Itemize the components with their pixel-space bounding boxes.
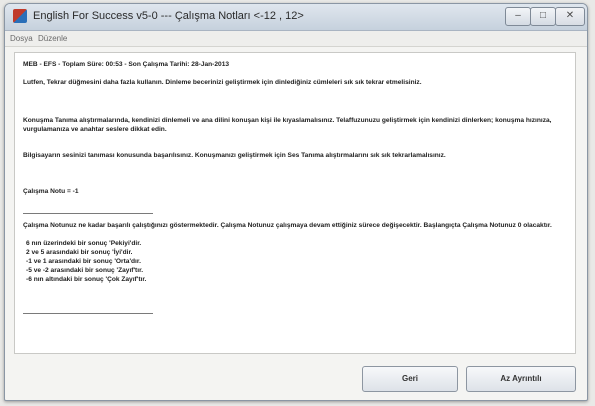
window-title: English For Success v5-0 --- Çalışma Not… <box>33 10 304 22</box>
divider-bottom <box>23 313 153 314</box>
menu-bar: Dosya Düzenle <box>5 31 587 47</box>
close-button[interactable]: ✕ <box>555 7 585 26</box>
maximize-button[interactable]: □ <box>530 7 556 26</box>
session-info: MEB - EFS - Toplam Süre: 00:53 - Son Çal… <box>23 61 230 68</box>
score-range-item: 6 nın üzerindeki bir sonuç 'Pekiyi'dir. <box>26 240 142 247</box>
score-range-item: -1 ve 1 arasındaki bir sonuç 'Orta'dır. <box>26 258 141 265</box>
score-explanation: Çalışma Notunuz ne kadar başarılı çalışt… <box>23 222 552 229</box>
feedback-paragraph-2: Konuşma Tanıma alıştırmalarında, kendini… <box>23 117 552 133</box>
main-window: English For Success v5-0 --- Çalışma Not… <box>4 3 588 401</box>
report-panel: MEB - EFS - Toplam Süre: 00:53 - Son Çal… <box>14 52 576 354</box>
menu-duzenle[interactable]: Düzenle <box>38 34 67 43</box>
study-score: Çalışma Notu = -1 <box>23 188 79 195</box>
back-button[interactable]: Geri <box>362 366 458 392</box>
menu-dosya[interactable]: Dosya <box>10 34 33 43</box>
score-ranges-list: 6 nın üzerindeki bir sonuç 'Pekiyi'dir. … <box>26 239 561 284</box>
less-detail-button[interactable]: Az Ayrıntılı <box>466 366 576 392</box>
app-icon <box>13 9 27 23</box>
minimize-button[interactable]: – <box>505 7 531 26</box>
score-range-item: -5 ve -2 arasındaki bir sonuç 'Zayıf'tır… <box>26 267 144 274</box>
feedback-paragraph-1: Lutfen, Tekrar düğmesini daha fazla kull… <box>23 79 422 86</box>
score-range-item: 2 ve 5 arasındaki bir sonuç 'İyi'dir. <box>26 249 133 256</box>
divider-top <box>23 213 153 214</box>
score-range-item: -6 nın altındaki bir sonuç 'Çok Zayıf'tı… <box>26 276 147 283</box>
feedback-paragraph-3: Bilgisayarın sesinizi tanıması konusunda… <box>23 152 446 159</box>
title-bar[interactable]: English For Success v5-0 --- Çalışma Not… <box>5 4 587 31</box>
